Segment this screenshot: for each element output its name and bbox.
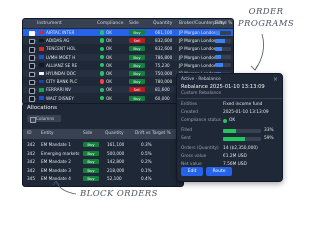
block-orders-arrow <box>55 180 77 195</box>
order-programs-arrow <box>254 33 264 71</box>
annotation-arrows <box>52 33 264 195</box>
block-orders-arrowhead <box>52 180 60 186</box>
order-programs-arrowhead <box>250 64 259 71</box>
